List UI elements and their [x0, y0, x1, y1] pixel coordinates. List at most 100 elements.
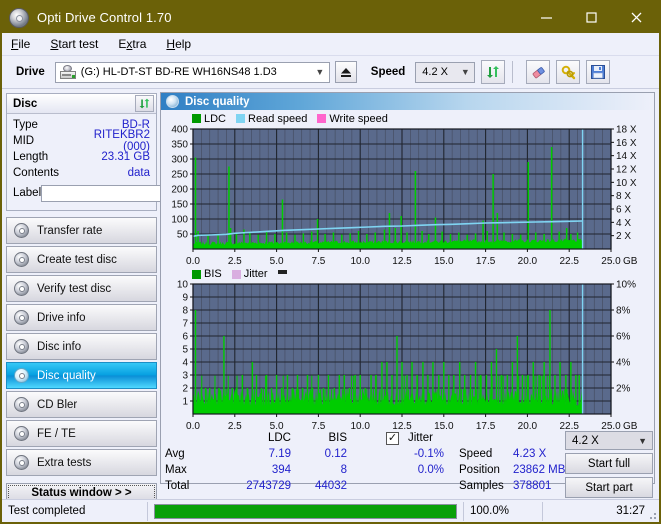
- app-window: Opti Drive Control 1.70 File Start test …: [0, 0, 661, 524]
- disc-row-key: Type: [13, 119, 38, 131]
- svg-text:12 X: 12 X: [616, 165, 637, 176]
- sidebar-item-cd-bler[interactable]: CD Bler: [6, 391, 157, 418]
- sidebar-item-verify-test-disc[interactable]: Verify test disc: [6, 275, 157, 302]
- disc-row-mid: MID RITEKBR2 (000): [7, 129, 156, 153]
- stats-header-jitter: Jitter: [408, 432, 433, 444]
- disc-row-value: 23.31 GB: [101, 151, 150, 163]
- start-full-button[interactable]: Start full: [565, 453, 653, 474]
- svg-text:10: 10: [177, 280, 189, 291]
- minimize-button[interactable]: [524, 2, 569, 33]
- legend-label-ldc: LDC: [204, 112, 227, 125]
- menu-file[interactable]: File: [11, 35, 41, 53]
- disc-icon: [14, 368, 29, 383]
- svg-text:10.0: 10.0: [350, 256, 370, 265]
- key-button[interactable]: [556, 60, 581, 84]
- stats-total-bis: 44032: [315, 480, 347, 492]
- progress-percent: 100.0%: [463, 501, 543, 521]
- svg-text:350: 350: [171, 140, 188, 151]
- eject-button[interactable]: [334, 61, 357, 83]
- content-header: Disc quality: [161, 93, 654, 110]
- svg-text:10 X: 10 X: [616, 178, 637, 189]
- legend-label-read-speed: Read speed: [248, 112, 308, 125]
- jitter-checkbox[interactable]: ✓: [386, 432, 399, 445]
- disc-icon: [14, 223, 29, 238]
- sidebar-item-disc-quality[interactable]: Disc quality: [6, 362, 157, 389]
- legend-write-speed: Write speed: [317, 113, 388, 125]
- stats-avg-jitter: -0.1%: [413, 448, 444, 460]
- svg-text:25.0: 25.0: [601, 256, 621, 265]
- disc-panel-header: Disc: [7, 94, 156, 114]
- disc-icon: [14, 455, 29, 470]
- save-button[interactable]: [586, 60, 611, 84]
- stats-row-label-max: Max: [165, 464, 187, 476]
- resize-grip[interactable]: [646, 509, 656, 519]
- svg-text:5: 5: [182, 345, 188, 356]
- sidebar-item-disc-info[interactable]: Disc info: [6, 333, 157, 360]
- legend-bis: BIS: [192, 268, 222, 280]
- svg-text:18 X: 18 X: [616, 125, 637, 136]
- bis-chart-legend: BIS Jitter: [161, 265, 654, 280]
- disc-row-key: Length: [13, 151, 49, 163]
- disc-refresh-button[interactable]: [135, 95, 154, 112]
- menu-help[interactable]: Help: [166, 35, 202, 53]
- legend-swatch-read-speed: [236, 114, 246, 123]
- svg-text:GB: GB: [623, 421, 638, 430]
- svg-text:200: 200: [171, 185, 188, 196]
- progress-fill: [155, 504, 456, 518]
- speed-select[interactable]: 4.2 X ▼: [415, 61, 476, 83]
- disc-row-contents: Contents data: [7, 165, 156, 181]
- legend-ldc: LDC: [192, 113, 226, 125]
- sidebar-item-fe-te[interactable]: FE / TE: [6, 420, 157, 447]
- disc-icon: [14, 310, 29, 325]
- sidebar: Disc Type BD-R MID RITEKBR2 (000) Length…: [2, 89, 244, 502]
- nav-list: Transfer rate Create test disc Verify te…: [6, 217, 157, 476]
- sidebar-item-label: Disc quality: [37, 369, 96, 382]
- stats-panel: LDC BIS ✓ Jitter Avg 7.19 0.12 -0.1% Max…: [161, 430, 654, 504]
- sidebar-item-create-test-disc[interactable]: Create test disc: [6, 246, 157, 273]
- stats-row-label-total: Total: [165, 480, 190, 492]
- refresh-button[interactable]: [481, 60, 506, 84]
- svg-text:3: 3: [182, 371, 188, 382]
- elapsed-time: 31:27: [616, 505, 645, 517]
- status-message: Test completed: [2, 501, 148, 521]
- svg-text:12.5: 12.5: [392, 421, 412, 430]
- bis-jitter-chart-svg: 10 9 8 7 6 5 4 3 2 1 10% 8% 6% 4% 2% 0.0 2.5 5.0 7.5 10.0 12…: [177, 280, 638, 430]
- legend-read-speed: Read speed: [236, 113, 307, 125]
- legend-label-jitter: Jitter: [243, 268, 268, 280]
- sidebar-item-label: Extra tests: [37, 456, 92, 469]
- svg-text:7: 7: [182, 319, 188, 330]
- close-button[interactable]: [614, 2, 659, 33]
- svg-text:100: 100: [171, 215, 188, 226]
- disc-row-key: MID: [13, 135, 35, 147]
- erase-button[interactable]: [526, 60, 551, 84]
- drive-select[interactable]: (G:) HL-DT-ST BD-RE WH16NS48 1.D3 ▼: [54, 61, 330, 83]
- sidebar-item-label: Disc info: [37, 340, 82, 353]
- ldc-chart-svg: 400 350 300 250 200 150 100 50 18 X 16 X 14 X 12 X 1…: [171, 125, 637, 265]
- sidebar-item-drive-info[interactable]: Drive info: [6, 304, 157, 331]
- disc-row-value: data: [127, 167, 150, 179]
- svg-text:6: 6: [182, 332, 188, 343]
- svg-text:15.0: 15.0: [434, 421, 454, 430]
- start-part-button[interactable]: Start part: [565, 477, 653, 498]
- status-bar: Test completed 100.0% 31:27: [2, 499, 659, 522]
- maximize-button[interactable]: [569, 2, 614, 33]
- samples-label: Samples: [459, 480, 504, 492]
- main-area: Disc Type BD-R MID RITEKBR2 (000) Length…: [2, 89, 659, 502]
- content-area: Disc quality LDC Read speed Write speed: [160, 89, 659, 498]
- svg-text:2.5: 2.5: [228, 256, 242, 265]
- test-speed-select[interactable]: 4.2 X ▼: [565, 431, 653, 450]
- menu-extra[interactable]: Extra: [118, 35, 157, 53]
- disc-panel: Disc Type BD-R MID RITEKBR2 (000) Length…: [6, 93, 244, 211]
- title-bar: Opti Drive Control 1.70: [2, 2, 659, 33]
- svg-text:6%: 6%: [616, 332, 631, 343]
- window-title: Opti Drive Control 1.70: [37, 10, 172, 25]
- disc-row-key: Contents: [13, 167, 60, 179]
- menu-start-test[interactable]: Start test: [50, 35, 109, 53]
- svg-text:12.5: 12.5: [392, 256, 412, 265]
- sidebar-item-extra-tests[interactable]: Extra tests: [6, 449, 157, 476]
- disc-icon: [14, 281, 29, 296]
- svg-text:0.0: 0.0: [186, 421, 200, 430]
- sidebar-item-transfer-rate[interactable]: Transfer rate: [6, 217, 157, 244]
- svg-text:7.5: 7.5: [311, 256, 325, 265]
- svg-text:4 X: 4 X: [616, 218, 631, 229]
